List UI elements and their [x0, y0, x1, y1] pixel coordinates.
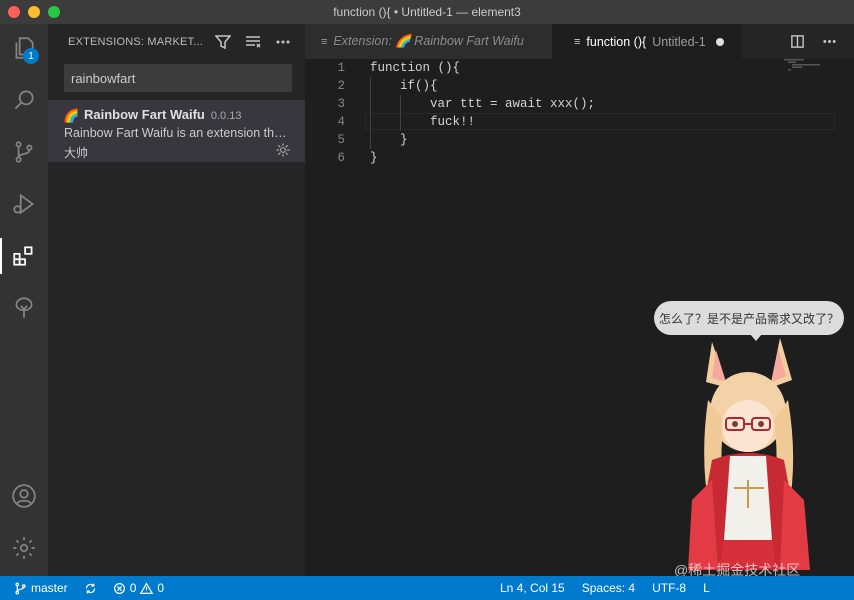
extension-manage-button[interactable]: [275, 142, 291, 158]
tree-icon: [15, 297, 33, 318]
problems-status[interactable]: 0 0: [113, 581, 164, 595]
warning-icon: [140, 581, 154, 594]
status-left: master 0 0: [14, 576, 164, 600]
branch-name: master: [31, 581, 68, 595]
extension-search-input[interactable]: [64, 64, 292, 92]
encoding[interactable]: UTF-8: [652, 581, 686, 595]
extension-version: 0.0.13: [210, 110, 242, 122]
line-number: 5: [337, 133, 345, 147]
extensions-sidebar: EXTENSIONS: MARKET... 🌈 Rainbow Fart Wai…: [48, 24, 305, 576]
sidebar-actions: [213, 32, 293, 52]
code-line: 1 function (){: [305, 59, 854, 77]
gear-icon: [13, 537, 35, 559]
split-editor-button[interactable]: [788, 32, 806, 50]
filter-icon: [215, 35, 231, 50]
title-bar: function (){ • Untitled-1 — element3: [0, 0, 854, 25]
line-number: 2: [337, 79, 345, 93]
git-branch-icon: [15, 582, 26, 594]
ellipsis-icon: [276, 40, 290, 44]
gear-icon: [276, 143, 290, 157]
line-text: }: [370, 133, 408, 147]
source-control-icon: [15, 141, 33, 163]
account-icon: [12, 484, 36, 508]
preview-icon: ≡: [321, 35, 328, 48]
line-number: 6: [337, 151, 345, 165]
status-bar: master 0 0 Ln 4, Col 15 Spaces: 4 UTF-8 …: [0, 576, 854, 600]
tab-untitled-1[interactable]: ≡ function (){ Untitled-1: [552, 24, 742, 59]
tab-label: function (){: [586, 34, 647, 49]
activity-tree[interactable]: [0, 284, 48, 332]
activity-account[interactable]: [0, 472, 48, 520]
editor-tabs: ≡ Extension: 🌈 Rainbow Fart Waifu ≡ func…: [305, 24, 854, 59]
window-title: function (){ • Untitled-1 — element3: [333, 5, 521, 19]
filter-button[interactable]: [213, 32, 233, 52]
activity-run-debug[interactable]: [0, 180, 48, 228]
activity-search[interactable]: [0, 76, 48, 124]
extension-name-text: Rainbow Fart Waifu: [84, 107, 205, 122]
explorer-badge: 1: [23, 48, 39, 64]
line-text: if(){: [370, 79, 438, 93]
warning-count: 0: [157, 581, 165, 595]
list-icon: [246, 36, 261, 48]
code-line: 2 if(){: [305, 77, 854, 95]
extension-list-item[interactable]: 🌈 Rainbow Fart Waifu 0.0.13 Rainbow Fart …: [48, 100, 305, 162]
branch-status[interactable]: master: [14, 581, 68, 595]
line-text: }: [370, 151, 378, 165]
run-debug-icon: [13, 193, 35, 215]
editor-more-button[interactable]: [820, 32, 838, 50]
file-icon: ≡: [574, 35, 581, 48]
code-line: 4 fuck!!: [305, 113, 854, 131]
extension-logo: 🌈: [63, 108, 80, 123]
line-number: 4: [337, 115, 345, 129]
tab-label: Extension: 🌈 Rainbow Fart Waifu: [333, 34, 524, 48]
more-actions-button[interactable]: [273, 32, 293, 52]
sync-button[interactable]: [84, 582, 97, 595]
activity-extensions[interactable]: [0, 232, 48, 280]
tab-description: Untitled-1: [652, 34, 706, 49]
extension-author: 大帅: [64, 146, 89, 160]
line-text: var ttt = await xxx();: [370, 97, 596, 111]
code-line: 5 }: [305, 131, 854, 149]
sync-icon: [85, 583, 95, 593]
error-icon: [113, 582, 125, 594]
activity-source-control[interactable]: [0, 128, 48, 176]
error-count: 0: [129, 581, 137, 595]
search-icon: [14, 90, 34, 110]
end-of-line[interactable]: L: [703, 581, 710, 595]
line-number: 3: [337, 97, 345, 111]
line-number: 1: [337, 61, 345, 75]
code-line: 3 var ttt = await xxx();: [305, 95, 854, 113]
status-right: Ln 4, Col 15 Spaces: 4 UTF-8 L: [500, 576, 710, 600]
tab-extension-details[interactable]: ≡ Extension: 🌈 Rainbow Fart Waifu: [305, 24, 552, 59]
editor-actions: [788, 32, 838, 50]
activity-bar: 1: [0, 24, 48, 576]
activity-explorer[interactable]: 1: [0, 24, 48, 72]
activity-manage[interactable]: [0, 524, 48, 572]
line-text: fuck!!: [370, 115, 476, 129]
ellipsis-icon: [822, 39, 836, 43]
code-line: 6 }: [305, 149, 854, 167]
extension-description: Rainbow Fart Waifu is an extension that.…: [64, 126, 292, 140]
waifu-character-image: [688, 338, 810, 570]
split-editor-icon: [790, 34, 804, 48]
clear-results-button[interactable]: [243, 32, 263, 52]
sidebar-title: EXTENSIONS: MARKET...: [68, 36, 204, 48]
cursor-position[interactable]: Ln 4, Col 15: [500, 581, 565, 595]
indentation[interactable]: Spaces: 4: [582, 581, 635, 595]
extension-name: Rainbow Fart Waifu 0.0.13: [84, 107, 241, 122]
line-text: function (){: [370, 61, 461, 75]
extensions-icon: [13, 246, 33, 266]
unsaved-dot-icon[interactable]: [715, 37, 724, 46]
